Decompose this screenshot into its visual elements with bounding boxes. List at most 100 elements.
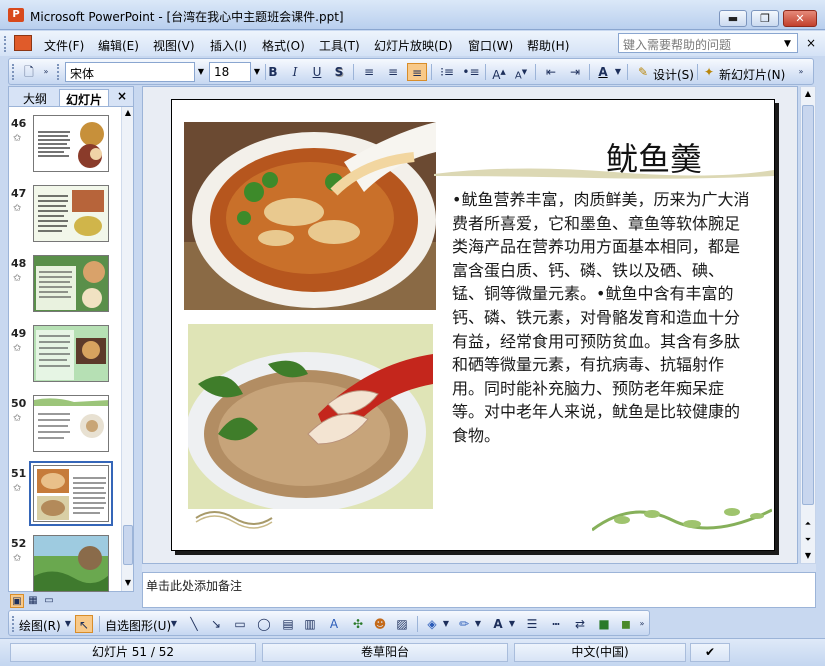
slideshow-view-icon[interactable]: ▭	[42, 594, 56, 608]
previous-slide-icon[interactable]: ⏶	[801, 517, 815, 531]
font-color-dropdown-icon[interactable]: ▼	[613, 63, 623, 81]
arrow-icon[interactable]: ↘	[207, 615, 225, 633]
increase-indent-icon[interactable]: ⇥	[565, 63, 585, 81]
design-template-status[interactable]: 卷草阳台	[262, 643, 508, 662]
menu-view[interactable]: 视图(V)	[153, 37, 195, 54]
toolbar-grip-2[interactable]	[57, 64, 61, 80]
toolbar-grip[interactable]	[12, 64, 16, 80]
pane-close-icon[interactable]: ×	[117, 89, 127, 103]
textbox-icon[interactable]: ▤	[279, 615, 297, 633]
thumbnail-49[interactable]: 49 ✩	[9, 323, 119, 389]
bullets-icon[interactable]: •≡	[461, 63, 481, 81]
fill-color-dropdown-icon[interactable]: ▼	[441, 615, 451, 633]
powerpoint-app-icon[interactable]: P	[8, 8, 24, 22]
select-pointer-icon[interactable]: ↖	[75, 615, 93, 633]
font-color-draw-icon[interactable]: A	[489, 615, 507, 633]
thumbnail-50[interactable]: 50 ✩	[9, 393, 119, 459]
numbering-icon[interactable]: ⁝≡	[437, 63, 457, 81]
autoshapes-button[interactable]: 自选图形(U)	[105, 617, 171, 634]
toolbar-options-icon[interactable]: »	[41, 63, 51, 81]
menu-edit[interactable]: 编辑(E)	[98, 37, 139, 54]
scroll-up-icon[interactable]: ▲	[122, 107, 134, 119]
decrease-font-icon[interactable]: A▼	[511, 63, 531, 81]
scroll-thumb[interactable]	[802, 105, 814, 505]
wordart-icon[interactable]: A	[325, 615, 343, 633]
line-style-icon[interactable]: ☰	[523, 615, 541, 633]
close-button[interactable]: ✕	[783, 10, 817, 27]
notes-pane[interactable]: 单击此处添加备注	[142, 572, 816, 608]
scroll-down-icon[interactable]: ▼	[801, 549, 815, 563]
notes-placeholder[interactable]: 单击此处添加备注	[146, 577, 242, 594]
font-size-dropdown-icon[interactable]: ▼	[251, 62, 263, 82]
line-color-dropdown-icon[interactable]: ▼	[473, 615, 483, 633]
underline-button[interactable]: U	[307, 63, 327, 81]
bold-button[interactable]: B	[263, 63, 283, 81]
menu-file[interactable]: 文件(F)	[44, 37, 84, 54]
help-search-input[interactable]: 键入需要帮助的问题	[618, 33, 798, 53]
menu-help[interactable]: 帮助(H)	[527, 37, 569, 54]
menu-slideshow[interactable]: 幻灯片放映(D)	[374, 37, 453, 54]
font-name-field[interactable]: 宋体	[65, 62, 195, 82]
slide-title[interactable]: 鱿鱼羹	[606, 134, 702, 180]
dash-style-icon[interactable]: ┅	[547, 615, 565, 633]
fill-color-icon[interactable]: ◈	[423, 615, 441, 633]
notes-splitter[interactable]	[142, 564, 816, 572]
3d-style-icon[interactable]: ◼	[617, 615, 635, 633]
design-button[interactable]: 设计(S)	[653, 66, 694, 83]
toolbar-grip[interactable]	[12, 616, 16, 632]
language-status[interactable]: 中文(中国)	[514, 643, 686, 662]
menu-window[interactable]: 窗口(W)	[468, 37, 513, 54]
draw-overflow-icon[interactable]: »	[637, 615, 647, 633]
line-color-icon[interactable]: ✏	[455, 615, 473, 633]
thumbnail-51[interactable]: 51 ✩	[9, 461, 119, 529]
toolbar-overflow-icon[interactable]: »	[795, 63, 807, 81]
italic-button[interactable]: I	[285, 63, 305, 81]
new-slide-button[interactable]: 新幻灯片(N)	[719, 66, 785, 83]
autoshapes-dropdown-icon[interactable]: ▼	[169, 615, 179, 633]
draw-menu-button[interactable]: 绘图(R)	[19, 617, 61, 634]
design-icon[interactable]: ✎	[633, 63, 653, 81]
tab-outline[interactable]: 大纲	[17, 89, 53, 106]
draw-dropdown-icon[interactable]: ▼	[63, 615, 73, 633]
font-size-field[interactable]: 18	[209, 62, 251, 82]
rectangle-icon[interactable]: ▭	[231, 615, 249, 633]
thumbnail-scrollbar[interactable]: ▲ ▼	[121, 107, 133, 591]
clipart-icon[interactable]: ☻	[371, 615, 389, 633]
menu-format[interactable]: 格式(O)	[262, 37, 305, 54]
font-name-dropdown-icon[interactable]: ▼	[195, 62, 207, 82]
slide-body-text[interactable]: •鱿鱼营养丰富，肉质鲜美，历来为广大消费者所喜爱，它和墨鱼、章鱼等软体腕足类海产…	[452, 188, 752, 448]
font-color-icon[interactable]: A	[593, 63, 613, 81]
new-slide-icon[interactable]: ✦	[699, 63, 719, 81]
diagram-icon[interactable]: ✣	[349, 615, 367, 633]
minimize-button[interactable]: ▬	[719, 10, 747, 27]
new-document-icon[interactable]: 🗋	[19, 63, 39, 81]
thumbnail-47[interactable]: 47 ✩	[9, 183, 119, 249]
document-icon[interactable]	[14, 35, 32, 51]
menu-tools[interactable]: 工具(T)	[319, 37, 360, 54]
font-color-draw-dropdown-icon[interactable]: ▼	[507, 615, 517, 633]
help-dropdown-icon[interactable]: ▼	[784, 39, 791, 49]
align-right-icon[interactable]: ≡	[407, 63, 427, 81]
arrow-style-icon[interactable]: ⇄	[571, 615, 589, 633]
line-icon[interactable]: ╲	[185, 615, 203, 633]
next-slide-icon[interactable]: ⏷	[801, 533, 815, 547]
scroll-down-icon[interactable]: ▼	[122, 577, 134, 589]
shadow-style-icon[interactable]: ■	[595, 615, 613, 633]
vertical-textbox-icon[interactable]: ▥	[301, 615, 319, 633]
spelling-check-icon[interactable]: ✔	[690, 643, 730, 662]
align-center-icon[interactable]: ≡	[383, 63, 403, 81]
increase-font-icon[interactable]: A▲	[489, 63, 509, 82]
scroll-thumb[interactable]	[123, 525, 133, 565]
align-left-icon[interactable]: ≡	[359, 63, 379, 81]
thumbnail-52[interactable]: 52 ✩	[9, 533, 119, 599]
menu-insert[interactable]: 插入(I)	[210, 37, 247, 54]
menu-grip[interactable]	[4, 36, 8, 52]
picture-icon[interactable]: ▨	[393, 615, 411, 633]
normal-view-icon[interactable]: ▣	[10, 594, 24, 608]
doc-close-icon[interactable]: ×	[806, 36, 816, 50]
restore-button[interactable]: ❐	[751, 10, 779, 27]
tab-slides[interactable]: 幻灯片	[59, 89, 110, 107]
current-slide[interactable]: 鱿鱼羹 •鱿鱼营养丰富，肉质鲜美，历来为广大消费者所喜爱，它和墨鱼、章鱼等软体腕…	[171, 99, 775, 551]
shadow-button[interactable]: S	[329, 63, 349, 81]
thumbnail-46[interactable]: 46 ✩	[9, 113, 119, 179]
